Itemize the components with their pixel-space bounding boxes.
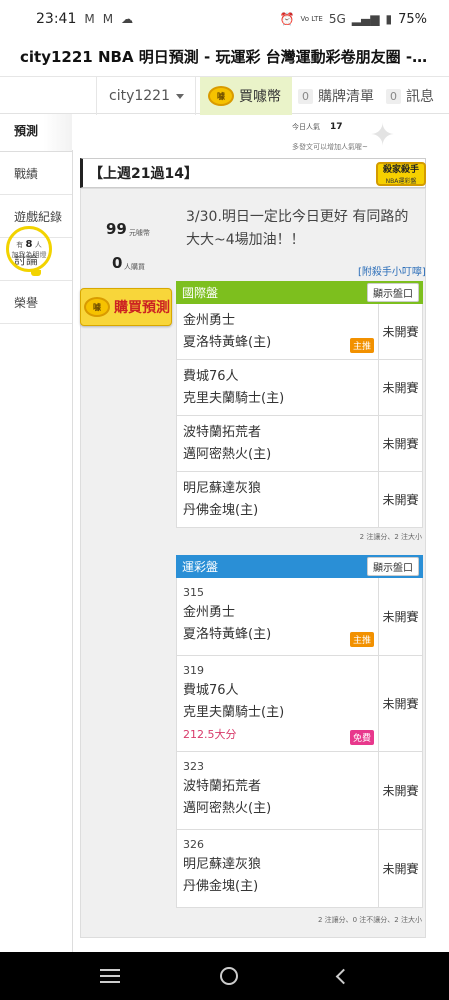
recent-apps-icon[interactable]	[100, 969, 120, 983]
home-icon[interactable]	[220, 967, 238, 985]
game-row: 323 波特蘭拓荒者 邁阿密熱火(主) 未開賽	[176, 752, 423, 830]
coins-value: 99	[106, 220, 127, 238]
game-status: 未開賽	[378, 360, 422, 415]
game-row: 波特蘭拓荒者 邁阿密熱火(主) 未開賽	[176, 416, 423, 472]
buy-coins-button[interactable]: 噱 買噱幣	[200, 77, 292, 115]
buy-prediction-label: 購買預測	[114, 300, 170, 316]
buyers-unit: 人購買	[124, 263, 145, 271]
game-status: 未開賽	[378, 304, 422, 359]
top-nav: city1221 噱 買噱幣 0 購牌清單 0 訊息	[0, 76, 449, 115]
cart-count: 0	[298, 88, 313, 104]
battery-level: 75%	[398, 11, 427, 27]
cart-button[interactable]: 0 購牌清單	[298, 77, 380, 115]
master-badge: 殺家殺手 NBA運彩盤	[376, 162, 426, 186]
cloud-icon: ☁	[121, 12, 134, 26]
sports-board-summary: 2 注讓分、0 注不讓分、2 注大小	[317, 916, 422, 924]
coin-icon: 噱	[208, 86, 234, 106]
game-row: 315 金州勇士 夏洛特黃蜂(主) 主推 未開賽	[176, 578, 423, 656]
bulb-prefix: 有	[16, 240, 24, 249]
prediction-comment: 3/30.明日一定比今日更好 有同路的大大~4場加油！！	[186, 209, 409, 248]
game-status: 未開賽	[378, 752, 422, 829]
back-icon[interactable]	[335, 968, 352, 984]
game-status: 未開賽	[378, 472, 422, 527]
sports-board-header: 運彩盤 顯示盤口	[176, 555, 423, 578]
sidebar-divider	[72, 150, 73, 952]
buyers-value: 0	[112, 254, 123, 272]
buy-prediction-button[interactable]: 噱 購買預測	[80, 288, 172, 326]
page-title: city1221 NBA 明日預測 - 玩運彩 台灣運動彩卷朋友圈 - 玩運..…	[20, 48, 449, 66]
free-badge: 免費	[349, 730, 374, 745]
sidebar-item-record[interactable]: 戰績	[0, 152, 72, 195]
intl-show-odds-button[interactable]: 顯示盤口	[367, 283, 419, 302]
coin-icon: 噱	[84, 297, 110, 317]
sports-board-title: 運彩盤	[182, 560, 219, 574]
intl-board: 國際盤 顯示盤口 金州勇士 夏洛特黃蜂(主) 主推 未開賽 費城76人 克里夫蘭…	[176, 281, 423, 528]
today-popularity-label: 今日人氣	[292, 123, 320, 131]
master-badge-sub: NBA運彩盤	[385, 178, 417, 185]
buy-coins-label: 買噱幣	[239, 89, 281, 105]
bulb-text: 加我為明燈	[11, 250, 47, 259]
weekly-record: 【上週21過14】	[80, 158, 426, 188]
intl-board-title: 國際盤	[182, 286, 219, 300]
splash-decoration-icon: ✦	[370, 118, 396, 153]
messages-button[interactable]: 0 訊息	[386, 77, 449, 115]
sidebar-item-predict[interactable]: 預測	[0, 114, 72, 152]
battery-icon: ▮	[385, 12, 393, 26]
game-status: 未開賽	[378, 416, 422, 471]
popularity-hint: 多發文可以增加人氣喔~	[292, 143, 368, 151]
today-popularity-value: 17	[330, 122, 343, 132]
master-badge-title: 殺家殺手	[382, 165, 419, 175]
bulb-count-line: 有 8 人	[16, 239, 41, 251]
5g-icon: 5G	[328, 12, 346, 26]
gmail-icon: M	[102, 12, 114, 26]
user-menu[interactable]: city1221	[96, 77, 196, 115]
bulb-count: 8	[25, 238, 33, 250]
killer-tips-link[interactable]: [附殺手小叮嚀]	[358, 263, 426, 278]
lightbulb-follow[interactable]: 有 8 人 加我為明燈	[6, 226, 52, 272]
main-pick-badge: 主推	[349, 632, 374, 647]
popularity-stats: 今日人氣 17 多發文可以增加人氣喔~	[292, 122, 368, 152]
gmail-icon: M	[84, 12, 95, 26]
game-status: 未開賽	[378, 830, 422, 907]
cart-label: 購牌清單	[318, 89, 374, 105]
clock: 23:41	[36, 11, 77, 27]
game-row: 金州勇士 夏洛特黃蜂(主) 主推 未開賽	[176, 304, 423, 360]
intl-board-summary: 2 注讓分、2 注大小	[359, 533, 422, 541]
sports-board: 運彩盤 顯示盤口 315 金州勇士 夏洛特黃蜂(主) 主推 未開賽 319 費城…	[176, 555, 423, 908]
status-bar: 23:41 M M ☁ ⏰ Vo LTE 5G ▂▄▆ ▮ 75%	[0, 0, 449, 38]
bulb-unit: 人	[34, 240, 42, 249]
game-row: 326 明尼蘇達灰狼 丹佛金塊(主) 未開賽	[176, 830, 423, 908]
volte-icon: Vo LTE	[300, 15, 323, 23]
intl-board-header: 國際盤 顯示盤口	[176, 281, 423, 304]
lightbulb-icon	[31, 270, 41, 276]
android-nav-bar	[0, 952, 449, 1000]
username: city1221	[109, 88, 170, 104]
main-pick-badge: 主推	[349, 338, 374, 353]
caret-down-icon	[176, 93, 184, 99]
sports-show-odds-button[interactable]: 顯示盤口	[367, 557, 419, 576]
signal-icon: ▂▄▆	[351, 12, 380, 26]
messages-label: 訊息	[406, 89, 434, 105]
alarm-icon: ⏰	[279, 12, 295, 26]
game-status: 未開賽	[378, 578, 422, 655]
game-status: 未開賽	[378, 656, 422, 751]
messages-count: 0	[386, 88, 401, 104]
game-row: 費城76人 克里夫蘭騎士(主) 未開賽	[176, 360, 423, 416]
sidebar-item-honor[interactable]: 榮譽	[0, 281, 72, 324]
coins-unit: 元噱幣	[129, 229, 150, 237]
game-row: 明尼蘇達灰狼 丹佛金塊(主) 未開賽	[176, 472, 423, 528]
game-row: 319 費城76人 克里夫蘭騎士(主) 212.5大分 免費 未開賽	[176, 656, 423, 752]
